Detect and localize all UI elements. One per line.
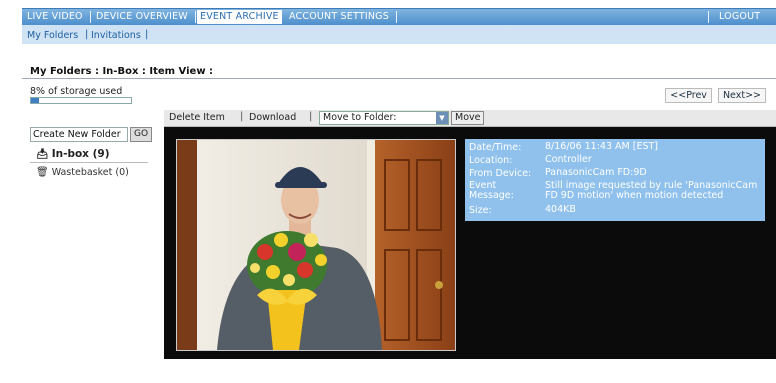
move-to-folder-select[interactable]: Move to Folder: ▼ [319,111,449,125]
datetime-value: 8/16/06 11:43 AM [EST] [545,141,659,152]
event-snapshot-image [176,139,456,351]
move-button[interactable]: Move [451,111,485,125]
message-label: Event Message: [469,180,514,201]
go-button[interactable]: GO [130,127,153,142]
next-button[interactable]: Next>> [717,88,766,103]
device-value: PanasonicCam FD:9D [545,167,647,178]
storage-progress-bar [30,97,132,104]
subnav-separator: | [85,29,89,40]
folder-wastebasket[interactable]: 🗑︎ Wastebasket (0) [36,167,129,178]
size-label: Size: [469,205,492,216]
datetime-label: Date/Time: [469,142,522,153]
new-folder-form: Create New Folder GO [30,127,153,142]
pager: <<Prev Next>> [665,88,766,103]
location-label: Location: [469,155,513,166]
trash-can-icon: 🗑︎ [36,167,49,178]
folder-inbox[interactable]: 📥︎ In-box (9) [36,148,110,160]
my-folders-link[interactable]: My Folders [27,30,78,41]
divider [22,78,776,79]
top-navigation: LIVE VIDEO DEVICE OVERVIEW EVENT ARCHIVE… [22,8,776,25]
app-frame: LIVE VIDEO DEVICE OVERVIEW EVENT ARCHIVE… [22,0,776,383]
tab-device-overview[interactable]: DEVICE OVERVIEW [93,10,191,24]
folder-wastebasket-label: Wastebasket (0) [51,167,129,178]
logout-link[interactable]: LOGOUT [716,10,763,24]
device-label: From Device: [469,168,532,179]
subnav-separator: | [145,29,149,40]
divider [30,162,148,163]
prev-button[interactable]: <<Prev [665,88,712,103]
tab-event-archive[interactable]: EVENT ARCHIVE [197,10,282,24]
delete-item-button[interactable]: Delete Item [169,112,225,123]
move-to-folder-value: Move to Folder: [323,112,397,123]
breadcrumb: My Folders : In-Box : Item View : [30,66,214,77]
chevron-down-icon: ▼ [436,112,448,124]
tab-separator [90,11,91,23]
tab-separator [396,11,397,23]
item-viewer: Date/Time: 8/16/06 11:43 AM [EST] Locati… [164,127,776,359]
storage-progress-fill [31,98,39,103]
new-folder-input[interactable]: Create New Folder [30,127,128,142]
location-value: Controller [545,154,592,165]
invitations-link[interactable]: Invitations [91,30,141,41]
size-value: 404KB [545,204,576,215]
tab-live-video[interactable]: LIVE VIDEO [24,10,86,24]
inbox-tray-icon: 📥︎ [36,149,49,160]
tab-separator [195,11,196,23]
folder-inbox-label: In-box (9) [51,148,110,160]
storage-label: 8% of storage used [30,86,123,97]
tab-separator [708,11,709,23]
item-toolbar: Delete Item | Download | Move to Folder:… [164,110,776,127]
toolbar-separator: | [309,111,313,122]
sub-navigation: My Folders | Invitations | [22,25,776,44]
toolbar-separator: | [240,111,244,122]
tab-account-settings[interactable]: ACCOUNT SETTINGS [286,10,392,24]
event-info-panel: Date/Time: 8/16/06 11:43 AM [EST] Locati… [465,139,765,221]
download-button[interactable]: Download [249,112,296,123]
message-value: Still image requested by rule 'Panasonic… [545,180,758,201]
